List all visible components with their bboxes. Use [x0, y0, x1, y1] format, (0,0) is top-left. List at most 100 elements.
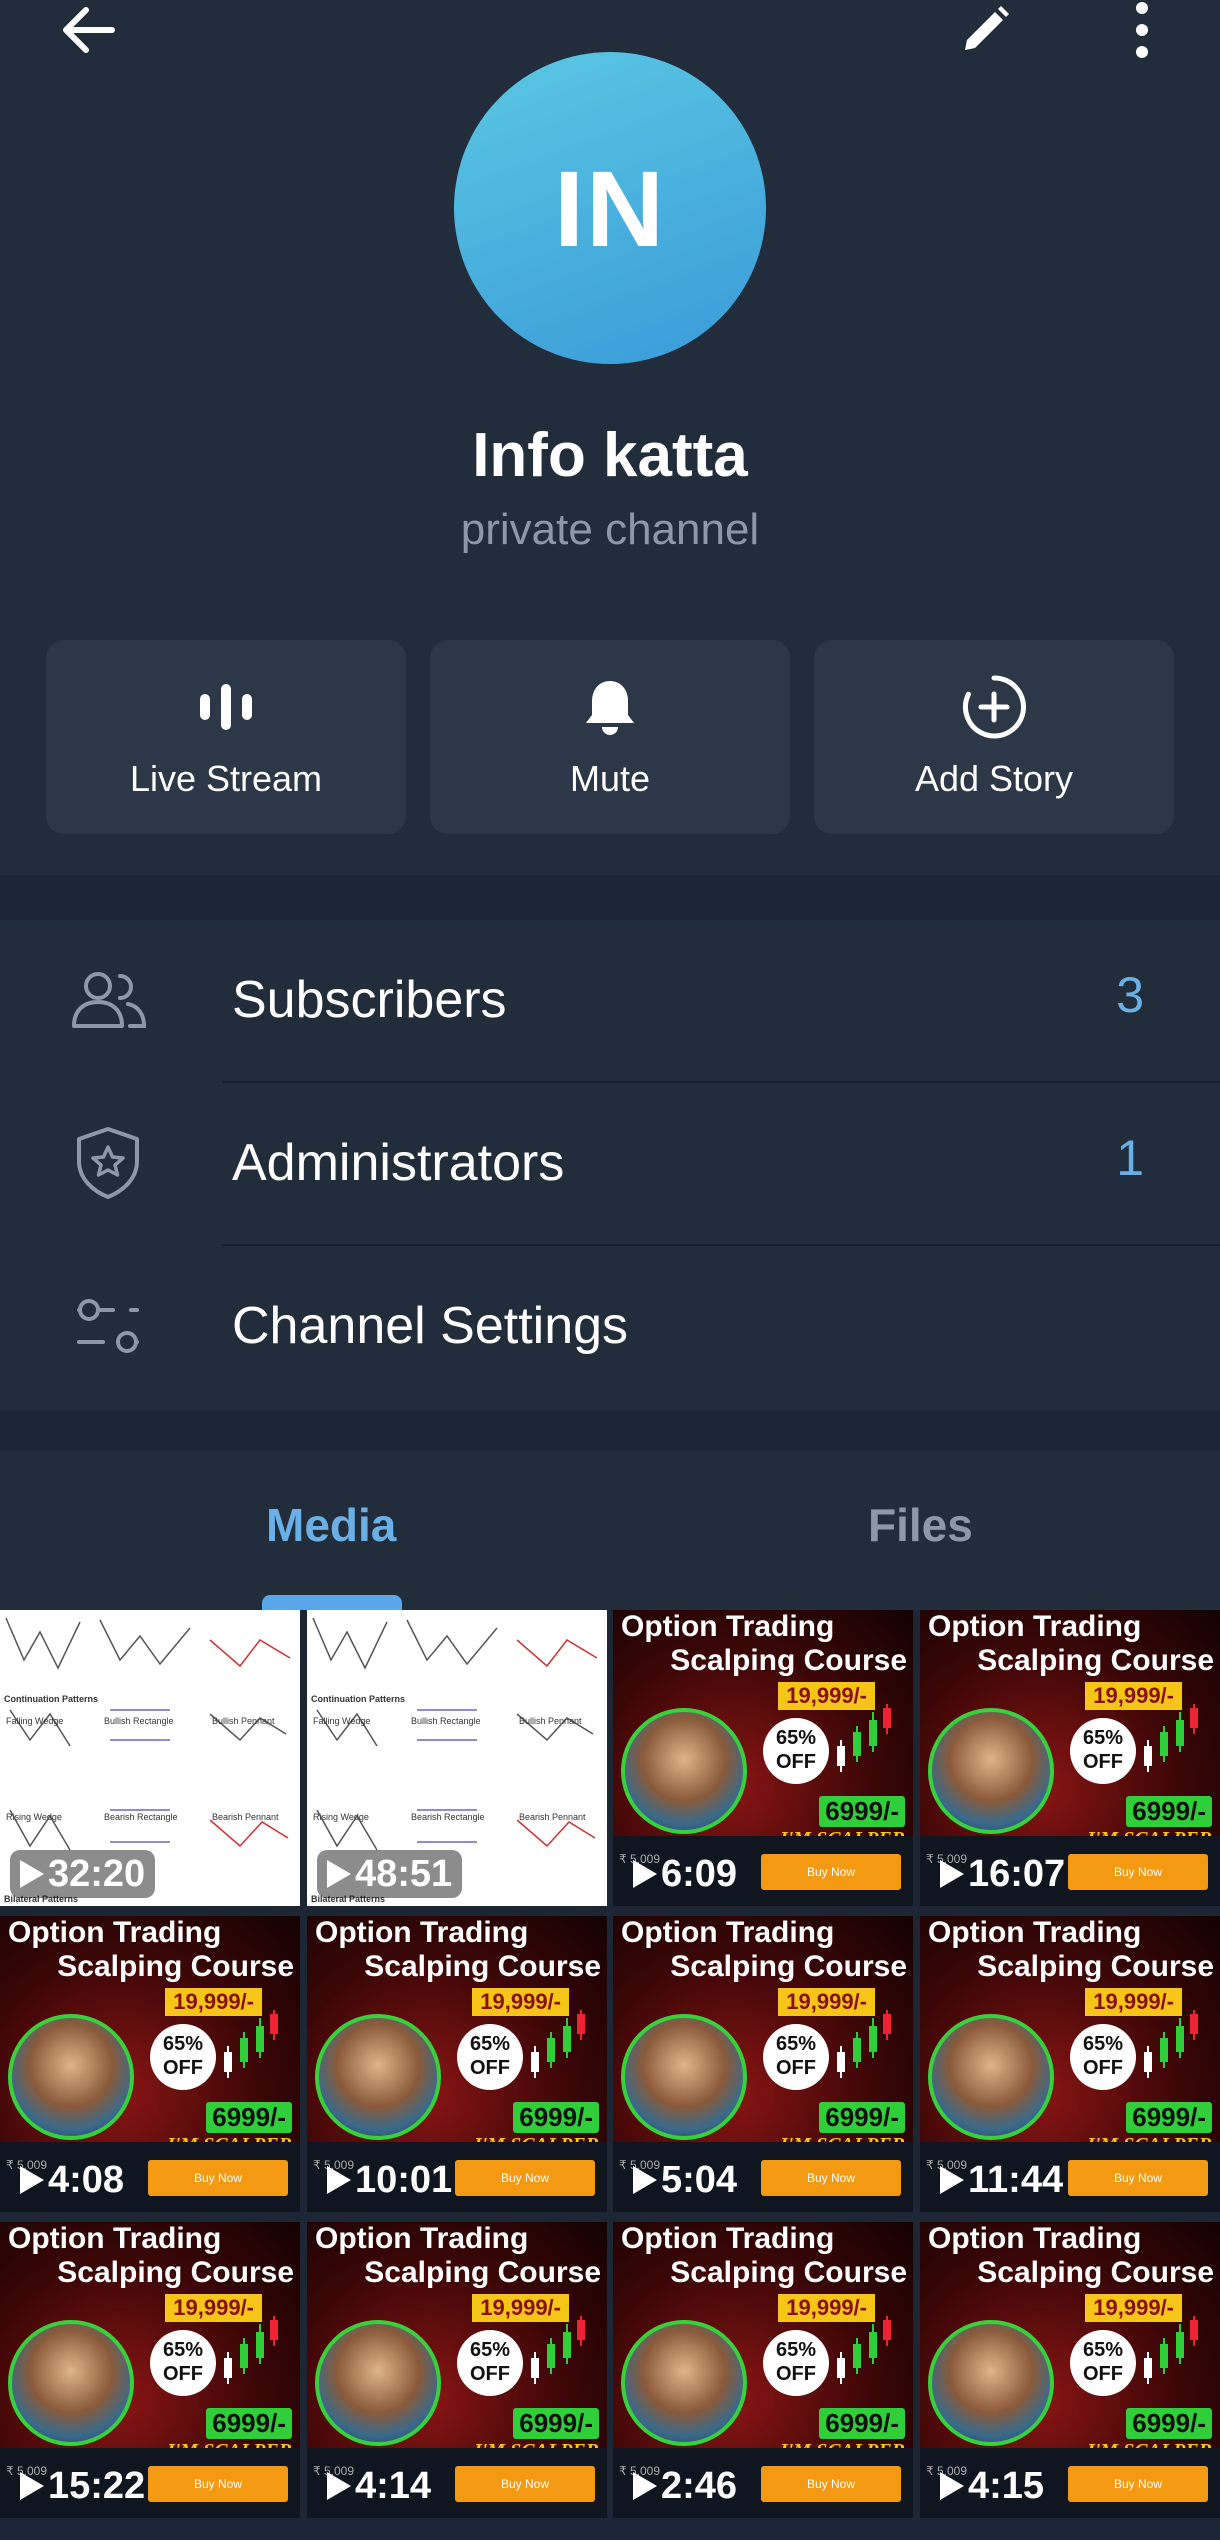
administrators-row[interactable]: Administrators 1: [0, 1083, 1220, 1246]
candlestick-icon: [837, 2010, 891, 2078]
bell-icon: [586, 681, 634, 735]
video-duration: 4:15: [930, 2462, 1054, 2510]
play-icon: [327, 2166, 351, 2194]
channel-info-list: Subscribers 3 Administrators 1 Channel S…: [0, 920, 1220, 1410]
chart-heading: Continuation Patterns: [4, 1694, 98, 1704]
presenter-photo: [8, 2014, 134, 2140]
channel-name: Info katta: [472, 421, 748, 490]
duration-text: 11:44: [968, 2158, 1064, 2201]
video-duration: 48:51: [317, 1850, 463, 1898]
media-grid: Continuation Patterns Falling Wedge Bull…: [0, 1610, 1220, 2540]
video-duration: 15:22: [10, 2462, 155, 2510]
duration-text: 6:09: [661, 1852, 738, 1895]
chart-label: Rising Wedge: [6, 1812, 62, 1822]
video-duration: 2:46: [623, 2462, 747, 2510]
play-icon: [20, 1860, 44, 1888]
discount-badge: 65% OFF: [150, 2024, 216, 2090]
add-story-icon: [963, 675, 1026, 739]
media-item[interactable]: Continuation Patterns Falling Wedge Bull…: [307, 1610, 607, 1906]
buy-now-badge: Buy Now: [148, 2466, 288, 2502]
discount-badge: 65% OFF: [457, 2330, 523, 2396]
buy-now-badge: Buy Now: [1068, 2160, 1208, 2196]
play-icon: [633, 2166, 657, 2194]
media-item[interactable]: Option Trading Scalping Course 19,999/- …: [613, 1916, 913, 2212]
edit-button[interactable]: [955, 0, 1015, 60]
buy-now-badge: Buy Now: [761, 2160, 901, 2196]
media-item[interactable]: Continuation Patterns Falling Wedge Bull…: [0, 1610, 300, 1906]
play-icon: [327, 2472, 351, 2500]
discount-badge: 65% OFF: [150, 2330, 216, 2396]
candlestick-icon: [1144, 2316, 1198, 2384]
duration-text: 5:04: [661, 2158, 738, 2201]
media-item[interactable]: Option Trading Scalping Course 19,999/- …: [307, 2222, 607, 2518]
course-title-line1: Option Trading: [315, 2222, 529, 2255]
chart-label: Bullish Rectangle: [104, 1716, 174, 1726]
candlestick-icon: [531, 2316, 585, 2384]
course-title-line2: Scalping Course: [670, 1644, 907, 1677]
video-duration: 5:04: [623, 2156, 747, 2204]
media-item[interactable]: Option Trading Scalping Course 19,999/- …: [920, 1916, 1220, 2212]
more-options-button[interactable]: [1112, 0, 1172, 60]
video-duration: 6:09: [623, 1850, 747, 1898]
play-icon: [327, 1860, 351, 1888]
media-item[interactable]: Option Trading Scalping Course 19,999/- …: [0, 1916, 300, 2212]
chart-label: Bearish Pennant: [212, 1812, 279, 1822]
play-icon: [940, 2166, 964, 2194]
media-item[interactable]: Option Trading Scalping Course 19,999/- …: [307, 1916, 607, 2212]
discount-badge: 65% OFF: [457, 2024, 523, 2090]
buy-now-badge: Buy Now: [761, 1854, 901, 1890]
media-item[interactable]: Option Trading Scalping Course 19,999/- …: [920, 1610, 1220, 1906]
candlestick-icon: [224, 2010, 278, 2078]
presenter-photo: [928, 2014, 1054, 2140]
presenter-photo: [8, 2320, 134, 2446]
presenter-photo: [928, 1708, 1054, 1834]
sale-price: 6999/-: [206, 2102, 292, 2133]
course-title-line2: Scalping Course: [57, 2256, 294, 2289]
channel-settings-row[interactable]: Channel Settings: [0, 1246, 1220, 1409]
mute-button[interactable]: Mute: [430, 640, 790, 834]
buy-now-badge: Buy Now: [455, 2466, 595, 2502]
chart-label: Bullish Rectangle: [411, 1716, 481, 1726]
video-duration: 4:14: [317, 2462, 441, 2510]
channel-avatar[interactable]: IN: [454, 52, 766, 364]
duration-text: 10:01: [355, 2158, 453, 2201]
sale-price: 6999/-: [819, 1796, 905, 1827]
presenter-photo: [315, 2320, 441, 2446]
chart-label: Bearish Rectangle: [104, 1812, 178, 1822]
course-title-line1: Option Trading: [8, 2222, 222, 2255]
duration-text: 4:08: [48, 2158, 125, 2201]
media-item[interactable]: Option Trading Scalping Course 19,999/- …: [613, 2222, 913, 2518]
tab-media[interactable]: Media: [266, 1498, 396, 1552]
administrators-count: 1: [1116, 1130, 1144, 1186]
discount-badge: 65% OFF: [763, 1718, 829, 1784]
discount-badge: 65% OFF: [763, 2024, 829, 2090]
discount-badge: 65% OFF: [1070, 2024, 1136, 2090]
subscribers-row[interactable]: Subscribers 3: [0, 920, 1220, 1083]
media-item[interactable]: Option Trading Scalping Course 19,999/- …: [613, 1610, 913, 1906]
play-icon: [20, 2166, 44, 2194]
video-duration: 32:20: [10, 1850, 156, 1898]
play-icon: [633, 2472, 657, 2500]
chart-heading: Continuation Patterns: [311, 1694, 405, 1704]
discount-badge: 65% OFF: [1070, 2330, 1136, 2396]
media-item[interactable]: Option Trading Scalping Course 19,999/- …: [0, 2222, 300, 2518]
add-story-button[interactable]: Add Story: [814, 640, 1174, 834]
duration-text: 48:51: [355, 1852, 453, 1895]
live-stream-button[interactable]: Live Stream: [46, 640, 406, 834]
back-button[interactable]: [58, 0, 118, 60]
duration-text: 4:14: [355, 2464, 432, 2507]
duration-text: 4:15: [968, 2464, 1045, 2507]
course-title-line2: Scalping Course: [977, 1950, 1214, 1983]
chart-label: Bullish Pennant: [519, 1716, 582, 1726]
video-duration: 10:01: [317, 2156, 462, 2204]
chart-label: Rising Wedge: [313, 1812, 369, 1822]
play-icon: [633, 1860, 657, 1888]
back-arrow-icon: [63, 7, 115, 53]
course-title-line2: Scalping Course: [670, 1950, 907, 1983]
chart-label: Falling Wedge: [313, 1716, 371, 1726]
media-item[interactable]: Option Trading Scalping Course 19,999/- …: [920, 2222, 1220, 2518]
candlestick-icon: [837, 1704, 891, 1772]
pencil-icon: [965, 6, 1009, 50]
candlestick-icon: [224, 2316, 278, 2384]
tab-files[interactable]: Files: [868, 1498, 973, 1552]
